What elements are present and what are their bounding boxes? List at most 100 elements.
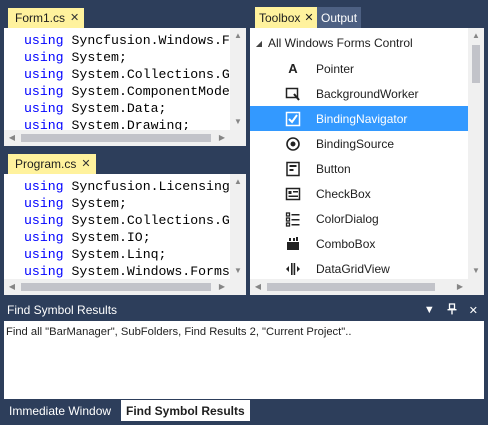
pin-icon[interactable] bbox=[447, 302, 457, 318]
toolbox-item-label: BindingNavigator bbox=[316, 111, 408, 126]
tab-form1[interactable]: Form1.cs ✕ bbox=[8, 8, 85, 28]
tab-toolbox[interactable]: Toolbox ✕ bbox=[255, 7, 318, 28]
dropdown-arrow-icon[interactable]: ▼ bbox=[424, 304, 435, 316]
vertical-scrollbar[interactable]: ▲ ▼ bbox=[230, 28, 246, 130]
toolbox-item-backgroundworker[interactable]: BackgroundWorker bbox=[250, 81, 468, 106]
scroll-corner bbox=[230, 279, 246, 295]
toolbox-item-datagridview[interactable]: DataGridView bbox=[250, 256, 468, 281]
toolbox-item-bindingsource[interactable]: BindingSource bbox=[250, 131, 468, 156]
find-symbol-results-panel: Find Symbol Results ▼ ✕ Find all "BarMan… bbox=[4, 299, 484, 399]
scroll-corner bbox=[230, 130, 246, 146]
code-line: using System.Linq; bbox=[24, 247, 167, 262]
editor-pane-form1: Form1.cs ✕ using Syncfusion.Windows.F us… bbox=[4, 4, 246, 146]
editor-tabstrip: Form1.cs ✕ bbox=[4, 4, 246, 28]
datagridview-icon bbox=[284, 260, 302, 278]
toolbox-item-bindingnavigator[interactable]: BindingNavigator bbox=[250, 106, 468, 131]
tab-label: Program.cs bbox=[15, 157, 77, 171]
toolbox-item-label: DataGridView bbox=[316, 261, 390, 276]
color-dialog-icon bbox=[284, 210, 302, 228]
scroll-right-arrow-icon[interactable]: ▶ bbox=[452, 279, 468, 295]
background-worker-icon bbox=[284, 85, 302, 103]
toolbox-item-button[interactable]: Button bbox=[250, 156, 468, 181]
code-line: using System.Collections.G bbox=[24, 67, 230, 82]
scroll-left-arrow-icon[interactable]: ◀ bbox=[4, 130, 20, 146]
code-line: using Syncfusion.Licensing bbox=[24, 179, 230, 194]
toolbox-item-label: BackgroundWorker bbox=[316, 86, 419, 101]
toolbox-item-label: Pointer bbox=[316, 61, 355, 76]
horizontal-scrollbar[interactable]: ◀ ▶ bbox=[250, 279, 468, 295]
scroll-left-arrow-icon[interactable]: ◀ bbox=[4, 279, 20, 295]
toolbox-item-label: BindingSource bbox=[316, 136, 395, 151]
scroll-down-arrow-icon[interactable]: ▼ bbox=[230, 263, 246, 279]
tab-output[interactable]: Output bbox=[317, 7, 362, 28]
code-line: using System.Windows.Forms bbox=[24, 264, 230, 279]
binding-navigator-icon bbox=[284, 110, 302, 128]
bottom-tabstrip: Immediate Window Find Symbol Results bbox=[4, 400, 484, 421]
panel-title: Find Symbol Results bbox=[7, 303, 118, 317]
vertical-scrollbar[interactable]: ▲ ▼ bbox=[468, 28, 484, 279]
vertical-scrollbar[interactable]: ▲ ▼ bbox=[230, 174, 246, 279]
group-label: All Windows Forms Control bbox=[268, 36, 413, 50]
toolbox-item-pointer[interactable]: A Pointer bbox=[250, 56, 468, 81]
close-icon[interactable]: ✕ bbox=[469, 304, 478, 317]
scroll-up-arrow-icon[interactable]: ▲ bbox=[230, 28, 246, 44]
code-line: using System; bbox=[24, 196, 127, 211]
editor-pane-program: Program.cs ✕ using Syncfusion.Licensing … bbox=[4, 150, 246, 295]
scroll-corner bbox=[468, 279, 484, 295]
tab-immediate-window[interactable]: Immediate Window bbox=[4, 400, 116, 421]
code-line: using System.Data; bbox=[24, 101, 167, 116]
close-icon[interactable]: ✕ bbox=[81, 158, 90, 170]
panel-title-bar: Find Symbol Results bbox=[4, 299, 484, 321]
code-line: using System; bbox=[24, 50, 127, 65]
pointer-icon: A bbox=[288, 61, 298, 76]
code-view[interactable]: using Syncfusion.Windows.F using System;… bbox=[4, 32, 233, 130]
checkbox-control-icon bbox=[284, 185, 302, 203]
toolbox-panel: Toolbox ✕ Output ◢ All Windows Forms Con… bbox=[250, 4, 484, 295]
tab-label: Form1.cs bbox=[15, 11, 66, 25]
horizontal-scrollbar[interactable]: ◀ ▶ bbox=[4, 279, 230, 295]
binding-source-icon bbox=[284, 135, 302, 153]
close-icon[interactable]: ✕ bbox=[304, 11, 313, 24]
scroll-right-arrow-icon[interactable]: ▶ bbox=[214, 130, 230, 146]
toolbox-item-checkbox[interactable]: CheckBox bbox=[250, 181, 468, 206]
toolbox-list: ◢ All Windows Forms Control A Pointer Ba… bbox=[250, 28, 484, 295]
toolbox-tabstrip: Toolbox ✕ Output bbox=[250, 4, 484, 28]
results-message: Find all "BarManager", SubFolders, Find … bbox=[6, 326, 352, 338]
panel-controls: ▼ ✕ bbox=[424, 299, 478, 321]
tab-label: Find Symbol Results bbox=[126, 403, 245, 418]
horizontal-scrollbar[interactable]: ◀ ▶ bbox=[4, 130, 230, 146]
toolbox-item-label: ComboBox bbox=[316, 236, 376, 251]
scroll-up-arrow-icon[interactable]: ▲ bbox=[468, 28, 484, 44]
scroll-down-arrow-icon[interactable]: ▼ bbox=[230, 114, 246, 130]
tab-find-symbol-results[interactable]: Find Symbol Results bbox=[121, 400, 250, 421]
toolbox-item-label: ColorDialog bbox=[316, 211, 379, 226]
toolbox-item-label: CheckBox bbox=[316, 186, 371, 201]
vertical-scroll-thumb[interactable] bbox=[472, 45, 480, 83]
code-line: using System.Collections.G bbox=[24, 213, 230, 228]
scroll-left-arrow-icon[interactable]: ◀ bbox=[250, 279, 266, 295]
button-control-icon bbox=[284, 160, 302, 178]
toolbox-item-label: Button bbox=[316, 161, 351, 176]
tab-label: Output bbox=[321, 10, 358, 25]
scroll-up-arrow-icon[interactable]: ▲ bbox=[230, 174, 246, 190]
code-line: using System.ComponentMode bbox=[24, 84, 230, 99]
tab-program[interactable]: Program.cs ✕ bbox=[8, 154, 96, 174]
collapse-triangle-icon[interactable]: ◢ bbox=[250, 39, 268, 48]
horizontal-scroll-thumb[interactable] bbox=[21, 283, 211, 291]
tab-label: Toolbox bbox=[259, 10, 301, 25]
scroll-right-arrow-icon[interactable]: ▶ bbox=[214, 279, 230, 295]
tab-label: Immediate Window bbox=[9, 403, 112, 418]
toolbox-item-colordialog[interactable]: ColorDialog bbox=[250, 206, 468, 231]
code-line: using Syncfusion.Windows.F bbox=[24, 33, 230, 48]
combobox-control-icon bbox=[284, 235, 302, 253]
scroll-down-arrow-icon[interactable]: ▼ bbox=[468, 263, 484, 279]
toolbox-item-combobox[interactable]: ComboBox bbox=[250, 231, 468, 256]
toolbox-group-header[interactable]: ◢ All Windows Forms Control bbox=[250, 34, 413, 52]
code-line: using System.Drawing; bbox=[24, 118, 191, 130]
code-view[interactable]: using Syncfusion.Licensing using System;… bbox=[4, 178, 233, 279]
editor-tabstrip: Program.cs ✕ bbox=[4, 150, 246, 174]
code-line: using System.IO; bbox=[24, 230, 151, 245]
horizontal-scroll-thumb[interactable] bbox=[21, 134, 211, 142]
horizontal-scroll-thumb[interactable] bbox=[267, 283, 435, 291]
close-icon[interactable]: ✕ bbox=[70, 12, 79, 24]
